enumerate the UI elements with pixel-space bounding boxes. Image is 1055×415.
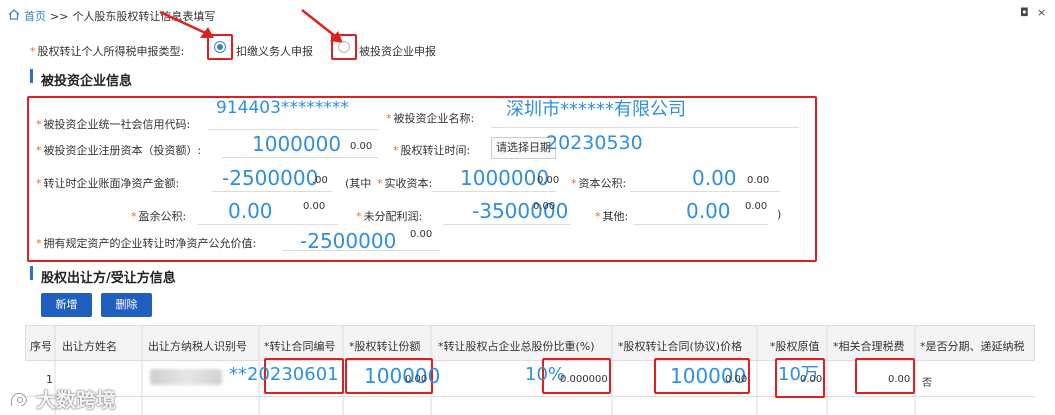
undistributed-profit-label: * 未分配利润:	[356, 210, 423, 223]
cell-ratio-small: 0.000000	[560, 374, 608, 385]
section-title-invested-enterprise: 被投资企业信息	[41, 74, 133, 89]
close-icon[interactable]: ×	[1037, 6, 1046, 19]
section-title-transferor: 股权出让方/受让方信息	[41, 271, 176, 286]
other-label: * 其他:	[595, 210, 629, 223]
credit-code-label: * 被投资企业统一社会信用代码:	[36, 118, 191, 131]
paid-capital-label: * 实收资本:	[377, 177, 433, 190]
reg-capital-label: * 被投资企业注册资本（投资额）:	[36, 144, 202, 157]
fair-value-value: -2500000	[300, 229, 397, 253]
section-marker	[30, 69, 33, 83]
cell-price-small: 0.00	[725, 374, 748, 385]
other-small: 0.00	[745, 201, 768, 212]
surplus-reserve-label: * 盈余公积:	[131, 210, 187, 223]
cell-contract-no[interactable]: **20230601	[229, 366, 339, 384]
surplus-reserve-value: 0.00	[228, 199, 273, 223]
reg-capital-small: 0.00	[350, 141, 373, 152]
watermark: 大数跨境	[8, 384, 116, 413]
cell-ratio[interactable]: 10%	[525, 366, 565, 384]
fair-value-small: 0.00	[410, 229, 433, 240]
undistributed-profit-small: 0.00	[533, 201, 556, 212]
declaration-type-label: * 股权转让个人所得税申报类型:	[30, 45, 185, 58]
transfer-time-label: * 股权转让时间:	[393, 144, 471, 157]
paren-open: (其中	[345, 177, 372, 190]
add-button[interactable]: 新增	[41, 293, 92, 317]
cell-taxpayer-id-redacted	[150, 369, 222, 385]
paren-close: )	[777, 208, 782, 221]
watermark-logo-icon	[10, 391, 28, 407]
capital-reserve-label: * 资本公积:	[571, 177, 627, 190]
radio-withholding-agent[interactable]	[214, 41, 226, 53]
credit-code-value: 914403********	[216, 98, 349, 118]
surplus-reserve-small: 0.00	[303, 201, 326, 212]
radio-invested-enterprise[interactable]	[338, 41, 350, 53]
cell-share-amount[interactable]: 100000	[364, 366, 440, 386]
section-marker-2	[30, 266, 33, 280]
fair-value-label: * 拥有规定资产的企业转让时净资产公允价值:	[36, 237, 257, 250]
home-icon[interactable]	[8, 9, 20, 23]
cell-share-amount-small: 0.00	[405, 374, 428, 385]
company-name-label: * 被投资企业名称:	[386, 112, 475, 125]
paid-capital-value: 1000000	[460, 166, 550, 190]
restore-icon[interactable]: ◘	[1020, 6, 1029, 19]
net-assets-label: * 转让时企业账面净资产金额:	[36, 177, 180, 190]
reg-capital-value: 1000000	[252, 132, 342, 156]
other-value: 0.00	[686, 199, 731, 223]
capital-reserve-small: 0.00	[747, 175, 770, 186]
breadcrumb-home-link[interactable]: 首页	[24, 8, 46, 24]
watermark-text: 大数跨境	[36, 388, 116, 412]
capital-reserve-value: 0.00	[692, 166, 737, 190]
net-assets-small: .00	[312, 175, 328, 186]
delete-button[interactable]: 删除	[101, 293, 152, 317]
radio-withholding-agent-label: 扣缴义务人申报	[236, 45, 313, 58]
company-name-value: 深圳市******有限公司	[506, 99, 686, 120]
net-assets-value: -2500000	[222, 166, 319, 190]
cell-tax-fee[interactable]: 0.00	[888, 374, 910, 385]
cell-installment[interactable]: 否	[922, 374, 932, 389]
transfer-time-value: 20230530	[546, 132, 643, 154]
breadcrumb-separator: >>	[50, 9, 69, 23]
paid-capital-small: 0.00	[537, 175, 560, 186]
cell-original-value-small: 0.00	[800, 374, 823, 385]
radio-invested-enterprise-label: 被投资企业申报	[359, 45, 436, 58]
